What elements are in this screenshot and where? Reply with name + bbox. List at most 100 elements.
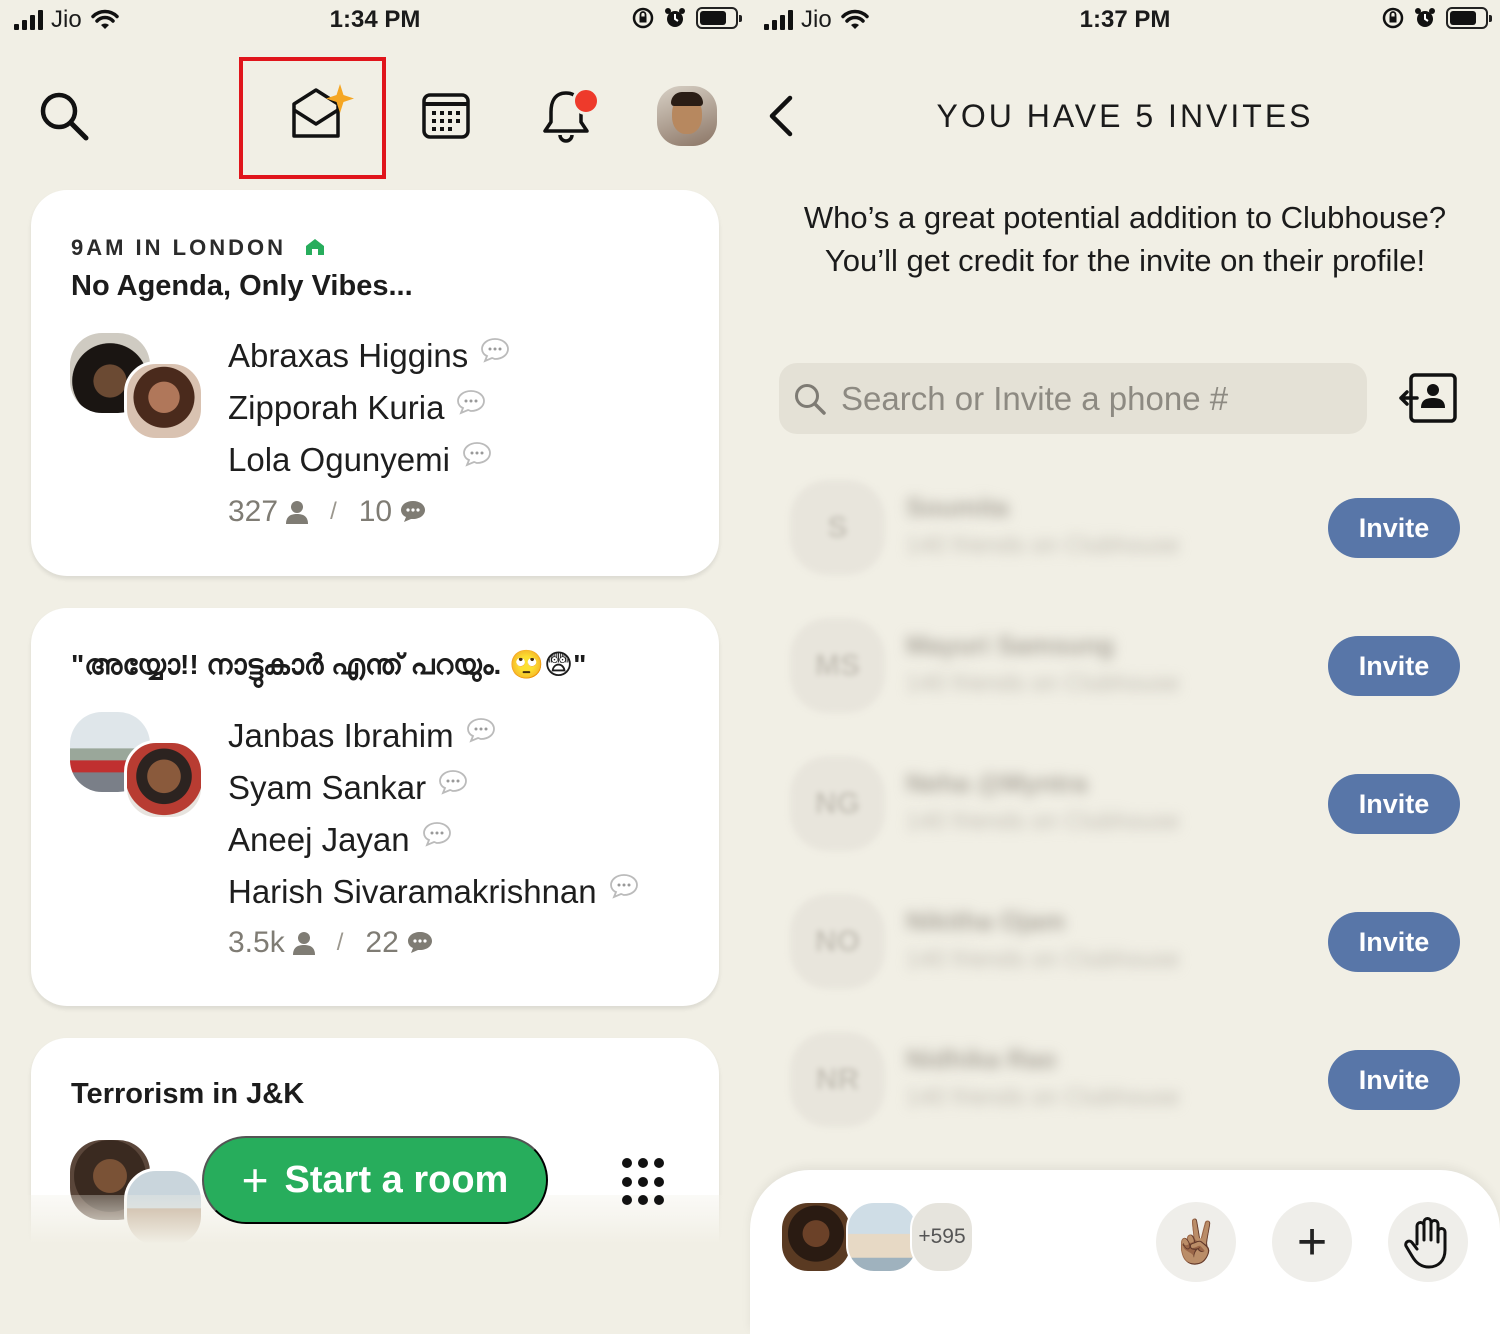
add-button[interactable]: + — [1272, 1202, 1352, 1282]
status-right-icons — [632, 7, 742, 29]
chat-bubble-icon — [463, 442, 491, 467]
speaker-name: Janbas Ibrahim — [228, 717, 454, 754]
contact-name: Nikitha Ojam — [906, 906, 1065, 936]
description-line: You’ll get credit for the invite on thei… — [824, 243, 1426, 278]
contact-subtitle: 140 friends on Clubhouse — [906, 670, 1180, 697]
contact-subtitle: 140 friends on Clubhouse — [906, 532, 1180, 559]
invite-button[interactable]: Invite — [1328, 1050, 1460, 1110]
speaker-row: Harish Sivaramakrishnan — [228, 866, 639, 918]
invite-button[interactable]: Invite — [1328, 774, 1460, 834]
chat-bubble-icon — [422, 822, 451, 847]
speaker-name: Aneej Jayan — [228, 821, 410, 858]
contact-subtitle: 140 friends on Clubhouse — [906, 808, 1180, 835]
speaker-list: Janbas Ibrahim Syam Sankar Aneej Jayan H… — [228, 710, 639, 918]
contact-row: NR Nidhika Rao 140 friends on Clubhouse … — [790, 1032, 1480, 1132]
start-room-button[interactable]: + Start a room — [202, 1136, 548, 1224]
contact-subtitle: 140 friends on Clubhouse — [906, 946, 1180, 973]
hallway-screen: Jio 1:34 PM 9AM IN LONDON No Agenda, Onl… — [0, 0, 750, 1334]
club-name-label: 9AM IN LONDON — [71, 235, 286, 260]
room-title: No Agenda, Only Vibes... — [71, 270, 413, 302]
battery-icon — [696, 7, 742, 29]
profile-avatar[interactable] — [657, 86, 717, 146]
invite-button[interactable]: Invite — [1328, 498, 1460, 558]
notification-dot — [572, 87, 600, 115]
contact-row: NO Nikitha Ojam 140 friends on Clubhouse… — [790, 894, 1480, 994]
speaker-row: Janbas Ibrahim — [228, 710, 639, 762]
chat-bubble-icon — [466, 718, 495, 743]
description-line: Who’s a great potential addition to Club… — [803, 200, 1447, 235]
contacts-icon[interactable] — [1399, 372, 1459, 424]
speaker-avatars — [70, 712, 210, 822]
rotation-lock-icon — [1382, 7, 1404, 29]
battery-icon — [1446, 7, 1492, 29]
invite-button[interactable]: Invite — [1328, 636, 1460, 696]
person-icon — [286, 501, 309, 524]
chat-bubble-icon — [481, 338, 510, 363]
speaker-list: Abraxas Higgins Zipporah Kuria Lola Ogun… — [228, 330, 510, 486]
contact-name: Nidhika Rao — [906, 1044, 1057, 1074]
separator: / — [330, 498, 337, 525]
search-input[interactable]: Search or Invite a phone # — [779, 363, 1367, 434]
listener-count: 327 — [228, 495, 279, 528]
avatar: NO — [790, 894, 885, 989]
avatar: MS — [790, 618, 885, 713]
invite-description: Who’s a great potential addition to Club… — [780, 196, 1470, 282]
contact-row: S Soumita 140 friends on Clubhouse Invit… — [790, 480, 1480, 580]
room-title: Terrorism in J&K — [71, 1078, 305, 1110]
avatar: S — [790, 480, 885, 575]
calendar-icon[interactable] — [421, 92, 471, 140]
grid-icon[interactable] — [622, 1154, 676, 1208]
active-room-bar[interactable]: +595 ✌🏽 + — [750, 1170, 1500, 1334]
avatar — [846, 1201, 918, 1273]
room-card[interactable]: "അയ്യോ!! നാട്ടുകാർ എന്ത് പറയും. 🙄😨" Janb… — [31, 608, 719, 1006]
chat-bubble-icon — [401, 501, 426, 522]
speaker-name: Syam Sankar — [228, 769, 427, 806]
speaker-name: Zipporah Kuria — [228, 389, 445, 426]
rotation-lock-icon — [632, 7, 654, 29]
speaker-row: Aneej Jayan — [228, 814, 639, 866]
highlight-box — [239, 57, 386, 179]
peace-button[interactable]: ✌🏽 — [1156, 1202, 1236, 1282]
page-title: YOU HAVE 5 INVITES — [936, 98, 1314, 134]
contact-name: Mayuri Samsung — [906, 630, 1115, 660]
plus-icon: + — [241, 1154, 269, 1206]
chat-bubble-icon — [439, 770, 467, 795]
person-icon — [292, 932, 315, 955]
speaker-avatars — [70, 333, 210, 443]
listener-count: 3.5k — [228, 926, 285, 959]
speaker-row: Abraxas Higgins — [228, 330, 510, 382]
avatar — [124, 740, 204, 820]
contact-name: Neha @Myntra — [906, 768, 1088, 798]
house-icon — [306, 239, 325, 255]
alarm-icon — [665, 8, 685, 27]
contact-subtitle: 140 friends on Clubhouse — [906, 1084, 1180, 1111]
room-card[interactable]: 9AM IN LONDON No Agenda, Only Vibes... A… — [31, 190, 719, 576]
plus-icon: + — [1296, 1213, 1328, 1271]
search-icon[interactable] — [38, 90, 90, 142]
speaker-name: Lola Ogunyemi — [228, 441, 450, 478]
room-title: "അയ്യോ!! നാട്ടുകാർ എന്ത് പറയും. 🙄😨" — [71, 649, 587, 680]
avatar — [124, 361, 204, 441]
invite-button[interactable]: Invite — [1328, 912, 1460, 972]
alarm-icon — [1415, 8, 1435, 27]
start-room-label: Start a room — [284, 1158, 509, 1201]
status-right-icons — [1382, 7, 1492, 29]
room-counts: 327 / 10 — [228, 495, 426, 529]
listener-overflow-count: +595 — [910, 1201, 974, 1273]
contact-row: MS Mayuri Samsung 140 friends on Clubhou… — [790, 618, 1480, 718]
raise-hand-button[interactable] — [1388, 1202, 1468, 1282]
speaker-name: Harish Sivaramakrishnan — [228, 873, 597, 910]
avatar — [780, 1201, 852, 1273]
speaker-name: Abraxas Higgins — [228, 337, 469, 374]
avatar: NG — [790, 756, 885, 851]
speaker-row: Syam Sankar — [228, 762, 639, 814]
raise-hand-icon — [1404, 1217, 1447, 1269]
speaker-row: Zipporah Kuria — [228, 382, 510, 434]
club-name[interactable]: 9AM IN LONDON — [71, 235, 325, 261]
chat-bubble-icon — [457, 390, 486, 415]
speaker-count: 22 — [365, 926, 399, 959]
chat-bubble-icon — [407, 932, 432, 953]
avatar: NR — [790, 1032, 885, 1127]
contact-row: NG Neha @Myntra 140 friends on Clubhouse… — [790, 756, 1480, 856]
speaker-row: Lola Ogunyemi — [228, 434, 510, 486]
